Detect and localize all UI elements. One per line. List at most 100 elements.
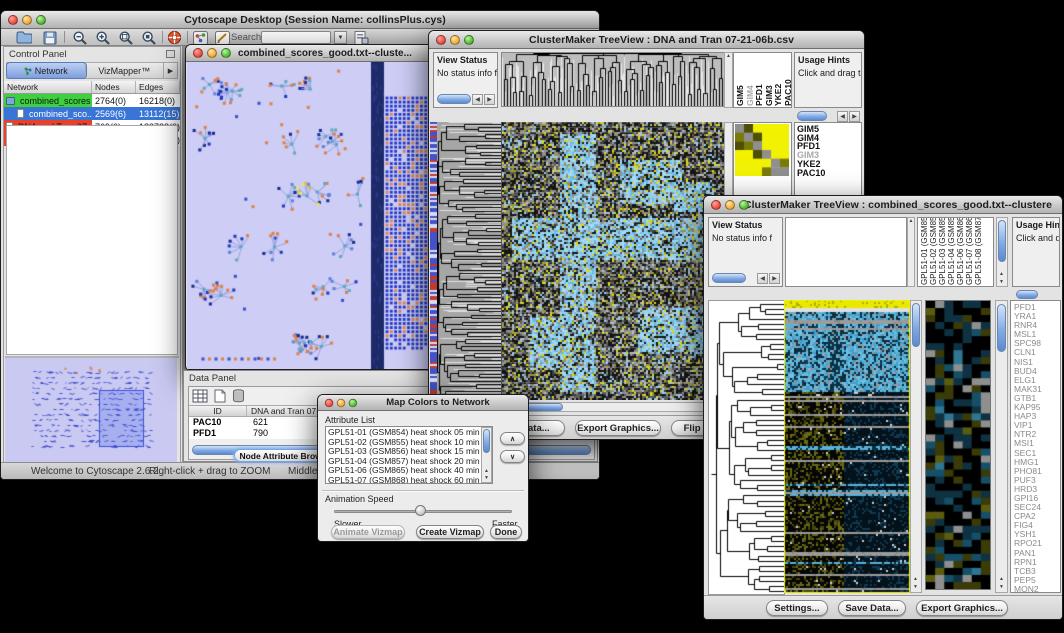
column-label[interactable]: GPL51-04 (GSM857) [947, 220, 956, 285]
minimize-icon[interactable] [450, 35, 460, 45]
zoom-window-icon[interactable] [739, 200, 749, 210]
heatmap-zoom-canvas[interactable] [735, 124, 789, 176]
scroll-right-icon[interactable]: ▶ [484, 94, 495, 105]
tab-overflow-icon[interactable]: ▶ [164, 67, 177, 75]
network-view-titlebar[interactable]: combined_scores_good.txt--cluste... [186, 45, 432, 62]
scroll-up-icon[interactable]: ▲ [913, 576, 918, 582]
export-graphics-button[interactable]: Export Graphics... [575, 420, 661, 436]
zoom-window-icon[interactable] [221, 48, 231, 58]
col-nodes[interactable]: Nodes [92, 81, 136, 93]
scroll-left-icon[interactable]: ◀ [757, 273, 768, 284]
scroll-up-icon[interactable]: ▲ [725, 53, 732, 59]
scroll-up-icon[interactable]: ▲ [484, 468, 489, 474]
labels-vscrollbar[interactable]: ▲ ▼ [996, 217, 1008, 287]
minimize-icon[interactable] [22, 15, 32, 25]
treeview1-titlebar[interactable]: ClusterMaker TreeView : DNA and Tran 07-… [429, 31, 864, 49]
column-label[interactable]: GPL51-07 (GSM868) [965, 220, 974, 285]
genelist-vscrollbar[interactable]: ▲ ▼ [995, 300, 1008, 593]
tab-network[interactable]: Network [7, 63, 86, 78]
editor-icon[interactable] [214, 30, 231, 45]
scroll-up-icon[interactable]: ▲ [999, 271, 1004, 277]
close-icon[interactable] [436, 35, 446, 45]
scroll-right-icon[interactable]: ▶ [769, 273, 780, 284]
minimize-icon[interactable] [207, 48, 217, 58]
save-icon[interactable] [41, 30, 58, 45]
column-tree-scrollbar[interactable]: ▲ [724, 52, 733, 108]
save-data-button[interactable]: Save Data... [838, 600, 906, 616]
usage-scrollbar[interactable] [797, 111, 827, 121]
zoom-window-icon[interactable] [349, 398, 358, 407]
column-label[interactable]: GPL51-08 (GSM872) [974, 220, 983, 285]
column-label[interactable]: GPL51-06 (GSM865) [956, 220, 965, 285]
zoom-window-icon[interactable] [464, 35, 474, 45]
heatmap-zoom-canvas[interactable] [925, 300, 991, 590]
column-label[interactable]: GPL51-03 (GSM856) [938, 220, 947, 285]
zoom-in-icon[interactable] [94, 30, 111, 45]
search-dropdown-icon[interactable]: ▼ [334, 31, 347, 44]
vscroll-thumb[interactable] [998, 220, 1006, 262]
delete-attribute-icon[interactable] [232, 389, 245, 403]
tab-vizmapper[interactable]: VizMapper™ [86, 63, 165, 78]
col-network[interactable]: Network [4, 81, 92, 93]
column-label[interactable]: GPL51-01 (GSM854) [920, 220, 929, 285]
export-graphics-button[interactable]: Export Graphics... [916, 600, 1008, 616]
zoom-selected-icon[interactable] [140, 30, 157, 45]
zoom-window-icon[interactable] [36, 15, 46, 25]
done-button[interactable]: Done [490, 525, 522, 539]
col-edges[interactable]: Edges [136, 81, 180, 93]
attribute-item[interactable]: GPL51-04 (GSM857) heat shock 20 min [326, 457, 492, 467]
usage-scrollbar[interactable] [1016, 290, 1038, 299]
birdseye-canvas[interactable] [5, 358, 177, 462]
scroll-down-icon[interactable]: ▼ [913, 584, 918, 590]
row-dendrogram-canvas[interactable] [708, 300, 785, 595]
network-list-empty-area[interactable] [6, 125, 178, 355]
network-row[interactable]: combined_sco... 2569(6) 13112(15) [4, 107, 180, 120]
close-icon[interactable] [8, 15, 18, 25]
attribute-item[interactable]: GPL51-07 (GSM868) heat shock 60 min [326, 476, 492, 484]
column-tree-panel[interactable] [785, 217, 907, 287]
attribute-table-icon[interactable] [192, 389, 208, 403]
close-icon[interactable] [193, 48, 203, 58]
cytopanel-nodes-icon[interactable] [192, 30, 209, 45]
zoom-out-icon[interactable] [71, 30, 88, 45]
search-input[interactable] [261, 31, 331, 44]
create-vizmap-button[interactable]: Create Vizmap [416, 525, 484, 539]
vscroll-thumb[interactable] [997, 304, 1006, 352]
minimize-icon[interactable] [337, 398, 346, 407]
row-label[interactable]: PAC10 [795, 169, 861, 178]
help-lifering-icon[interactable] [166, 30, 183, 45]
scroll-down-icon[interactable]: ▼ [999, 584, 1004, 590]
attribute-item[interactable]: GPL51-01 (GSM854) heat shock 05 min [326, 428, 492, 438]
network-row[interactable]: combined_scores 2764(0) 16218(0) [4, 94, 180, 107]
birdseye-view[interactable] [5, 356, 179, 462]
attribute-browser-icon[interactable] [353, 30, 370, 45]
column-label[interactable]: GPL51-02 (GSM855) [929, 220, 938, 285]
scroll-left-icon[interactable]: ◀ [837, 111, 848, 122]
scroll-down-icon[interactable]: ▼ [484, 475, 489, 481]
view-status-scrollbar[interactable] [712, 273, 746, 283]
move-down-button[interactable]: ∨ [500, 450, 525, 463]
scroll-up-icon[interactable]: ▲ [999, 576, 1004, 582]
main-titlebar[interactable]: Cytoscape Desktop (Session Name: collins… [1, 11, 599, 29]
close-icon[interactable] [711, 200, 721, 210]
zoom-fit-icon[interactable] [117, 30, 134, 45]
heatmap-global-canvas[interactable] [784, 300, 910, 593]
attribute-item[interactable]: GPL51-03 (GSM856) heat shock 15 min [326, 447, 492, 457]
column-tree-scrollbar[interactable]: ▲ [907, 217, 915, 287]
view-status-scrollbar[interactable] [437, 94, 471, 104]
treeview2-titlebar[interactable]: ClusterMaker TreeView : combined_scores_… [704, 196, 1062, 214]
dialog-titlebar[interactable]: Map Colors to Network [318, 395, 528, 411]
col-id[interactable]: ID [189, 406, 247, 416]
open-file-icon[interactable] [15, 30, 32, 45]
attribute-listbox[interactable]: GPL51-01 (GSM854) heat shock 05 minGPL51… [325, 426, 493, 484]
scroll-up-icon[interactable]: ▲ [908, 218, 914, 224]
float-panel-icon[interactable] [166, 50, 175, 58]
scroll-left-icon[interactable]: ◀ [472, 94, 483, 105]
speed-slider-thumb[interactable] [415, 505, 426, 516]
column-label[interactable]: PAC10 [784, 55, 791, 106]
settings-button[interactable]: Settings... [766, 600, 828, 616]
attribute-item[interactable]: GPL51-02 (GSM855) heat shock 10 min [326, 438, 492, 448]
heatmap-global-canvas[interactable] [501, 122, 724, 400]
list-vscrollbar[interactable]: ▲ ▼ [481, 427, 492, 483]
heatmap-vscrollbar[interactable]: ▲ ▼ [910, 300, 922, 593]
